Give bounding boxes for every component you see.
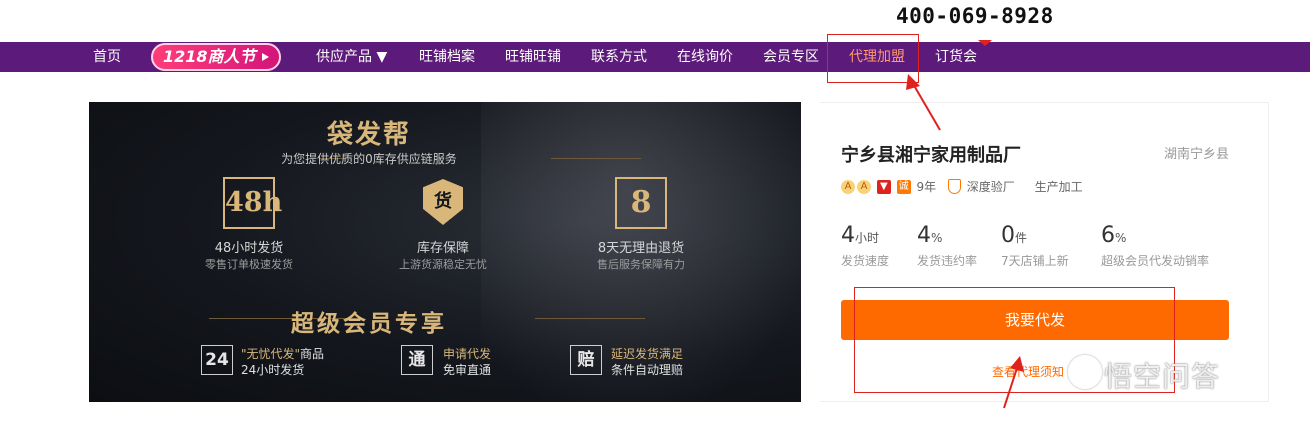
nav-inquiry[interactable]: 在线询价 — [677, 42, 733, 72]
business-type: 生产加工 — [1034, 180, 1083, 194]
divider — [535, 318, 645, 319]
feature-title: 48小时发货 — [214, 241, 284, 256]
compensation-icon: 赔 — [570, 345, 602, 375]
stat-breach-rate: 4% 发货违约率 — [917, 223, 978, 268]
vip-benefit: "无忧代发"商品 24小时发货 — [241, 347, 325, 377]
wukong-logo-icon — [1068, 355, 1102, 389]
annotation-highlight-nav — [827, 34, 919, 83]
feature-desc: 售后服务保障有力 — [597, 258, 685, 271]
feature-title: 库存保障 — [416, 241, 469, 256]
verified-label: 深度验厂 — [966, 180, 1015, 194]
feature-desc: 零售订单极速发货 — [205, 258, 293, 271]
promo-banner: 袋发帮 为您提供优质的0库存供应链服务 48h 48小时发货 零售订单极速发货 … — [89, 102, 801, 402]
nav-store-profile[interactable]: 旺铺档案 — [419, 42, 475, 72]
vip-title: 超级会员专享 — [291, 310, 447, 337]
inventory-shield-icon: 货 — [417, 177, 469, 229]
8-day-return-icon: 8 — [615, 177, 667, 229]
24-hour-icon: 24 — [201, 345, 233, 375]
play-icon — [262, 53, 269, 61]
chengxintong-icon[interactable]: 诚 — [896, 179, 911, 194]
verified-shield-icon[interactable] — [947, 179, 961, 194]
store-name[interactable]: 宁乡县湘宁家用制品厂 — [841, 141, 1021, 167]
credit-a-icon[interactable]: A — [857, 179, 871, 194]
vip-benefit: 延迟发货满足 条件自动理赔 — [611, 347, 684, 377]
feature-desc: 上游货源稳定无忧 — [399, 258, 487, 271]
trade-assurance-icon[interactable]: ▼ — [876, 179, 891, 194]
nav-home[interactable]: 首页 — [93, 42, 121, 72]
nav-member-zone[interactable]: 会员专区 — [763, 42, 819, 72]
main-navbar: 首页 1218商人节 供应产品 ▼ 旺铺档案 旺铺旺铺 联系方式 在线询价 会员… — [0, 42, 1310, 72]
banner-title: 袋发帮 — [326, 120, 411, 150]
credit-a-icon[interactable]: A — [841, 179, 855, 194]
nav-store-home[interactable]: 旺铺旺铺 — [505, 42, 561, 72]
feature-title: 8天无理由退货 — [597, 241, 685, 256]
watermark-text: 悟空问答 — [1104, 360, 1221, 393]
promo-1218-badge[interactable]: 1218商人节 — [151, 43, 281, 71]
nav-supply-products[interactable]: 供应产品 ▼ — [316, 42, 387, 72]
stat-shipping-speed: 4小时 发货速度 — [841, 223, 890, 268]
vip-benefit: 申请代发 免审直通 — [443, 347, 492, 377]
nav-contact[interactable]: 联系方式 — [591, 42, 647, 72]
48h-clock-icon: 48h — [223, 177, 282, 229]
stat-sell-through: 6% 超级会员代发动销率 — [1101, 223, 1210, 268]
stat-new-items: 0件 7天店铺上新 — [1001, 223, 1069, 268]
store-badges: AA ▼ 诚 9年 深度验厂 生产加工 — [841, 178, 1091, 196]
nav-order-fair[interactable]: 订货会 — [935, 42, 977, 72]
divider — [551, 158, 641, 159]
hotline-number: 400-069-8928 — [896, 4, 1054, 28]
promo-label: 1218商人节 — [163, 47, 256, 66]
direct-access-icon: 通 — [401, 345, 433, 375]
store-location: 湖南宁乡县 — [1163, 147, 1229, 162]
membership-years: 9年 — [916, 180, 937, 194]
